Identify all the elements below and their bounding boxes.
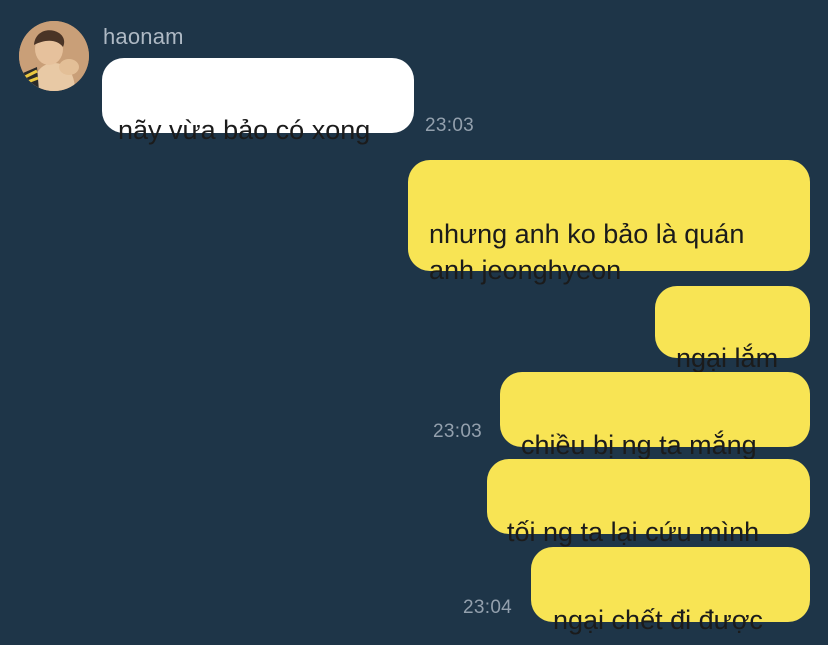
message-bubble-outgoing[interactable]: tối ng ta lại cứu mình xyxy=(487,459,810,547)
message-text: tối ng ta lại cứu mình xyxy=(507,517,760,547)
timestamp: 23:04 xyxy=(463,597,513,618)
message-bubble-outgoing[interactable]: ngại lắm xyxy=(655,286,810,373)
timestamp: 23:03 xyxy=(425,115,475,136)
message-bubble-outgoing[interactable]: nhưng anh ko bảo là quán anh jeonghyeon xyxy=(408,160,810,285)
timestamp: 23:03 xyxy=(433,421,483,442)
sender-name: haonam xyxy=(103,24,184,49)
message-text: chiều bị ng ta mắng xyxy=(521,430,757,460)
message-text: nhưng anh ko bảo là quán anh jeonghyeon xyxy=(429,219,745,285)
avatar-photo-icon xyxy=(19,21,89,91)
message-bubble-outgoing[interactable]: ngại chết đi được xyxy=(531,547,810,635)
message-text: nãy vừa bảo có xong xyxy=(118,115,371,145)
message-text: ngại lắm xyxy=(676,343,779,373)
message-bubble-outgoing[interactable]: chiều bị ng ta mắng xyxy=(500,372,810,460)
message-text: ngại chết đi được xyxy=(553,605,763,635)
contact-avatar[interactable] xyxy=(19,21,89,91)
message-bubble-incoming[interactable]: nãy vừa bảo có xong xyxy=(102,58,414,145)
